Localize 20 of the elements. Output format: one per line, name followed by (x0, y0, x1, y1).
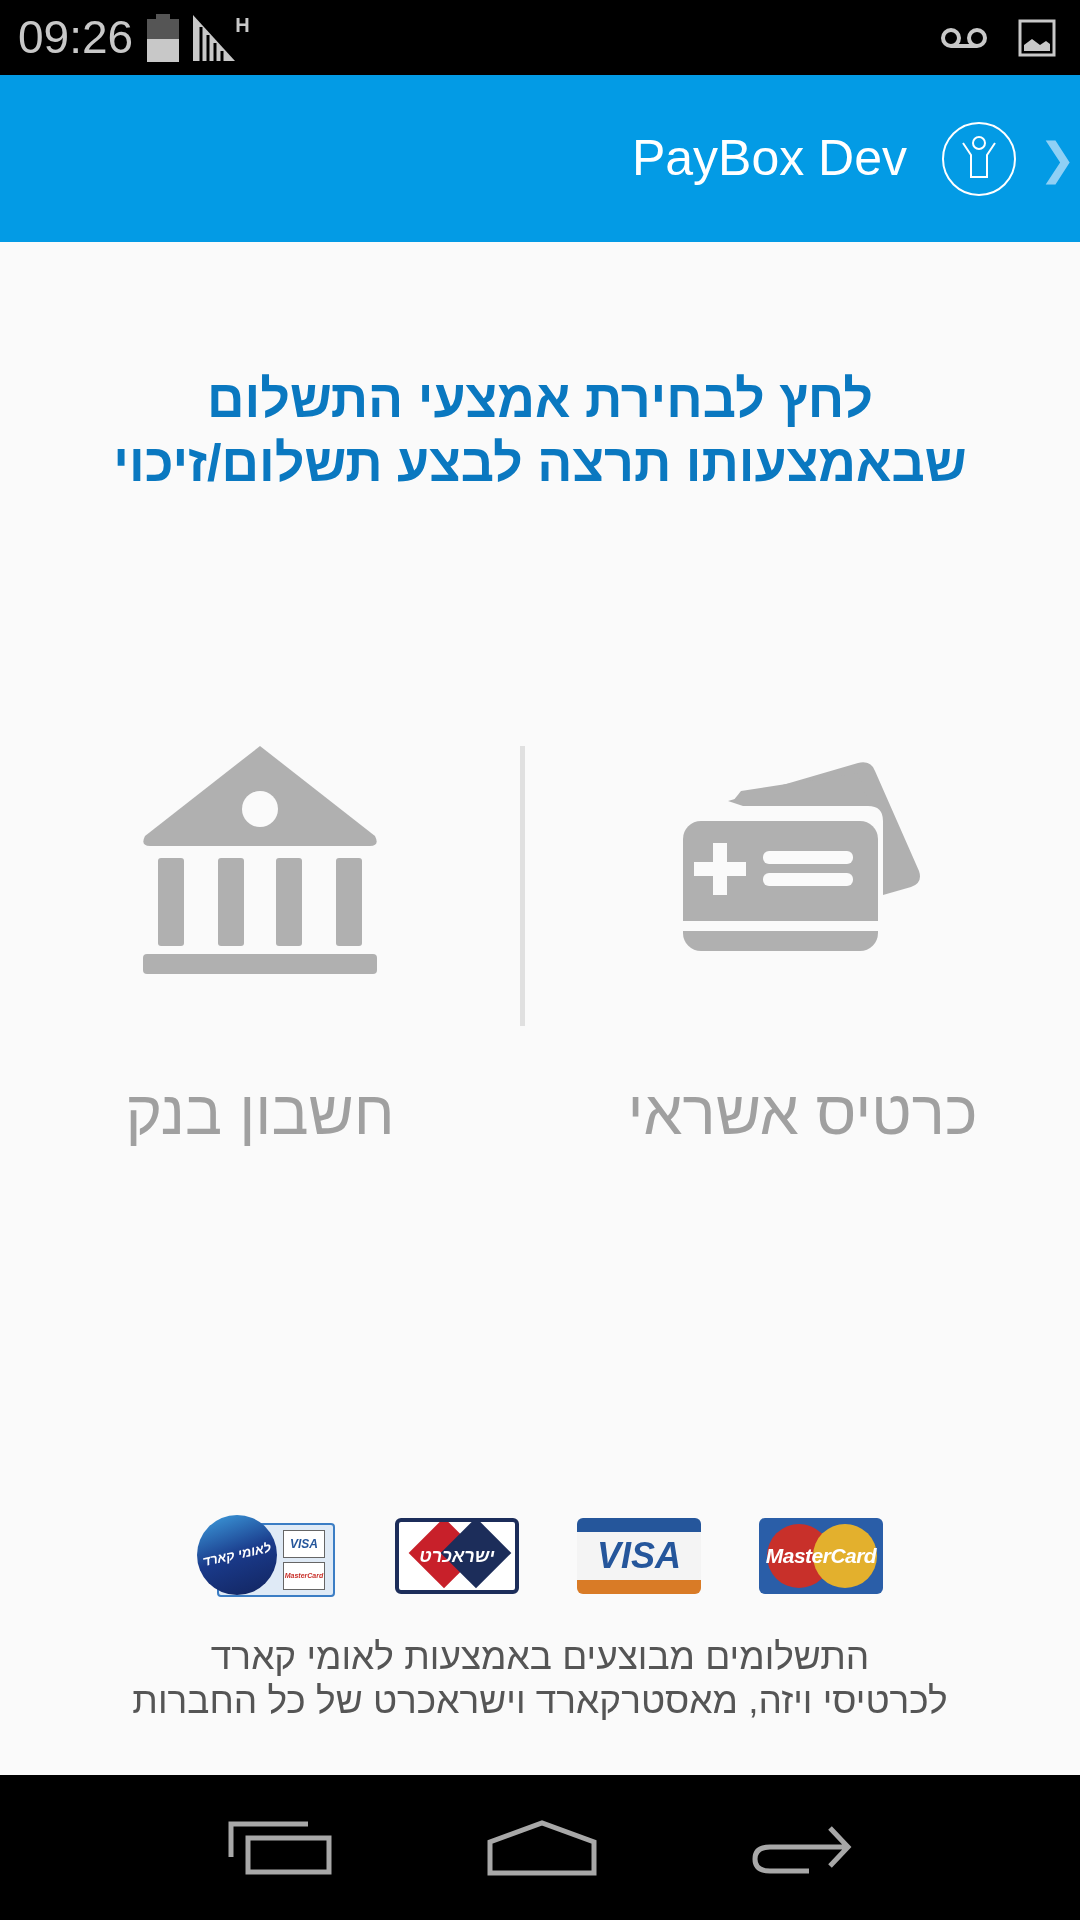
prompt-text: לחץ לבחירת אמצעי התשלום שבאמצעותו תרצה לבצע תשלום/זיכוי (112, 369, 968, 494)
image-icon (1018, 18, 1056, 57)
battery-icon (147, 13, 180, 62)
footer-text: התשלומים מבוצעים באמצעות לאומי קארד (210, 1635, 870, 1679)
logo-text: VISA (597, 1538, 681, 1574)
user-icon[interactable] (941, 120, 1017, 197)
network-type: H (235, 14, 250, 35)
signal-icon (193, 14, 236, 61)
clock: 09:26 (18, 10, 134, 65)
bank-icon (140, 746, 380, 976)
chevron[interactable]: ❯ (1039, 125, 1076, 192)
logo-text: VISA (283, 1530, 325, 1558)
home-icon[interactable] (487, 1819, 597, 1876)
logo-text: לאומי קארד (200, 1539, 274, 1572)
footer-text: לכרטיסי ויזה, מאסטרקארד וישראכרט של כל החברות (132, 1679, 948, 1723)
header-title: PayBox Dev (631, 129, 907, 188)
recent-apps-icon[interactable] (227, 1820, 332, 1875)
payment-option-label[interactable]: חשבון בנק (125, 1066, 395, 1159)
voicemail-icon (940, 26, 988, 49)
payment-option-label[interactable]: כרטיס אשראי (627, 1066, 978, 1159)
